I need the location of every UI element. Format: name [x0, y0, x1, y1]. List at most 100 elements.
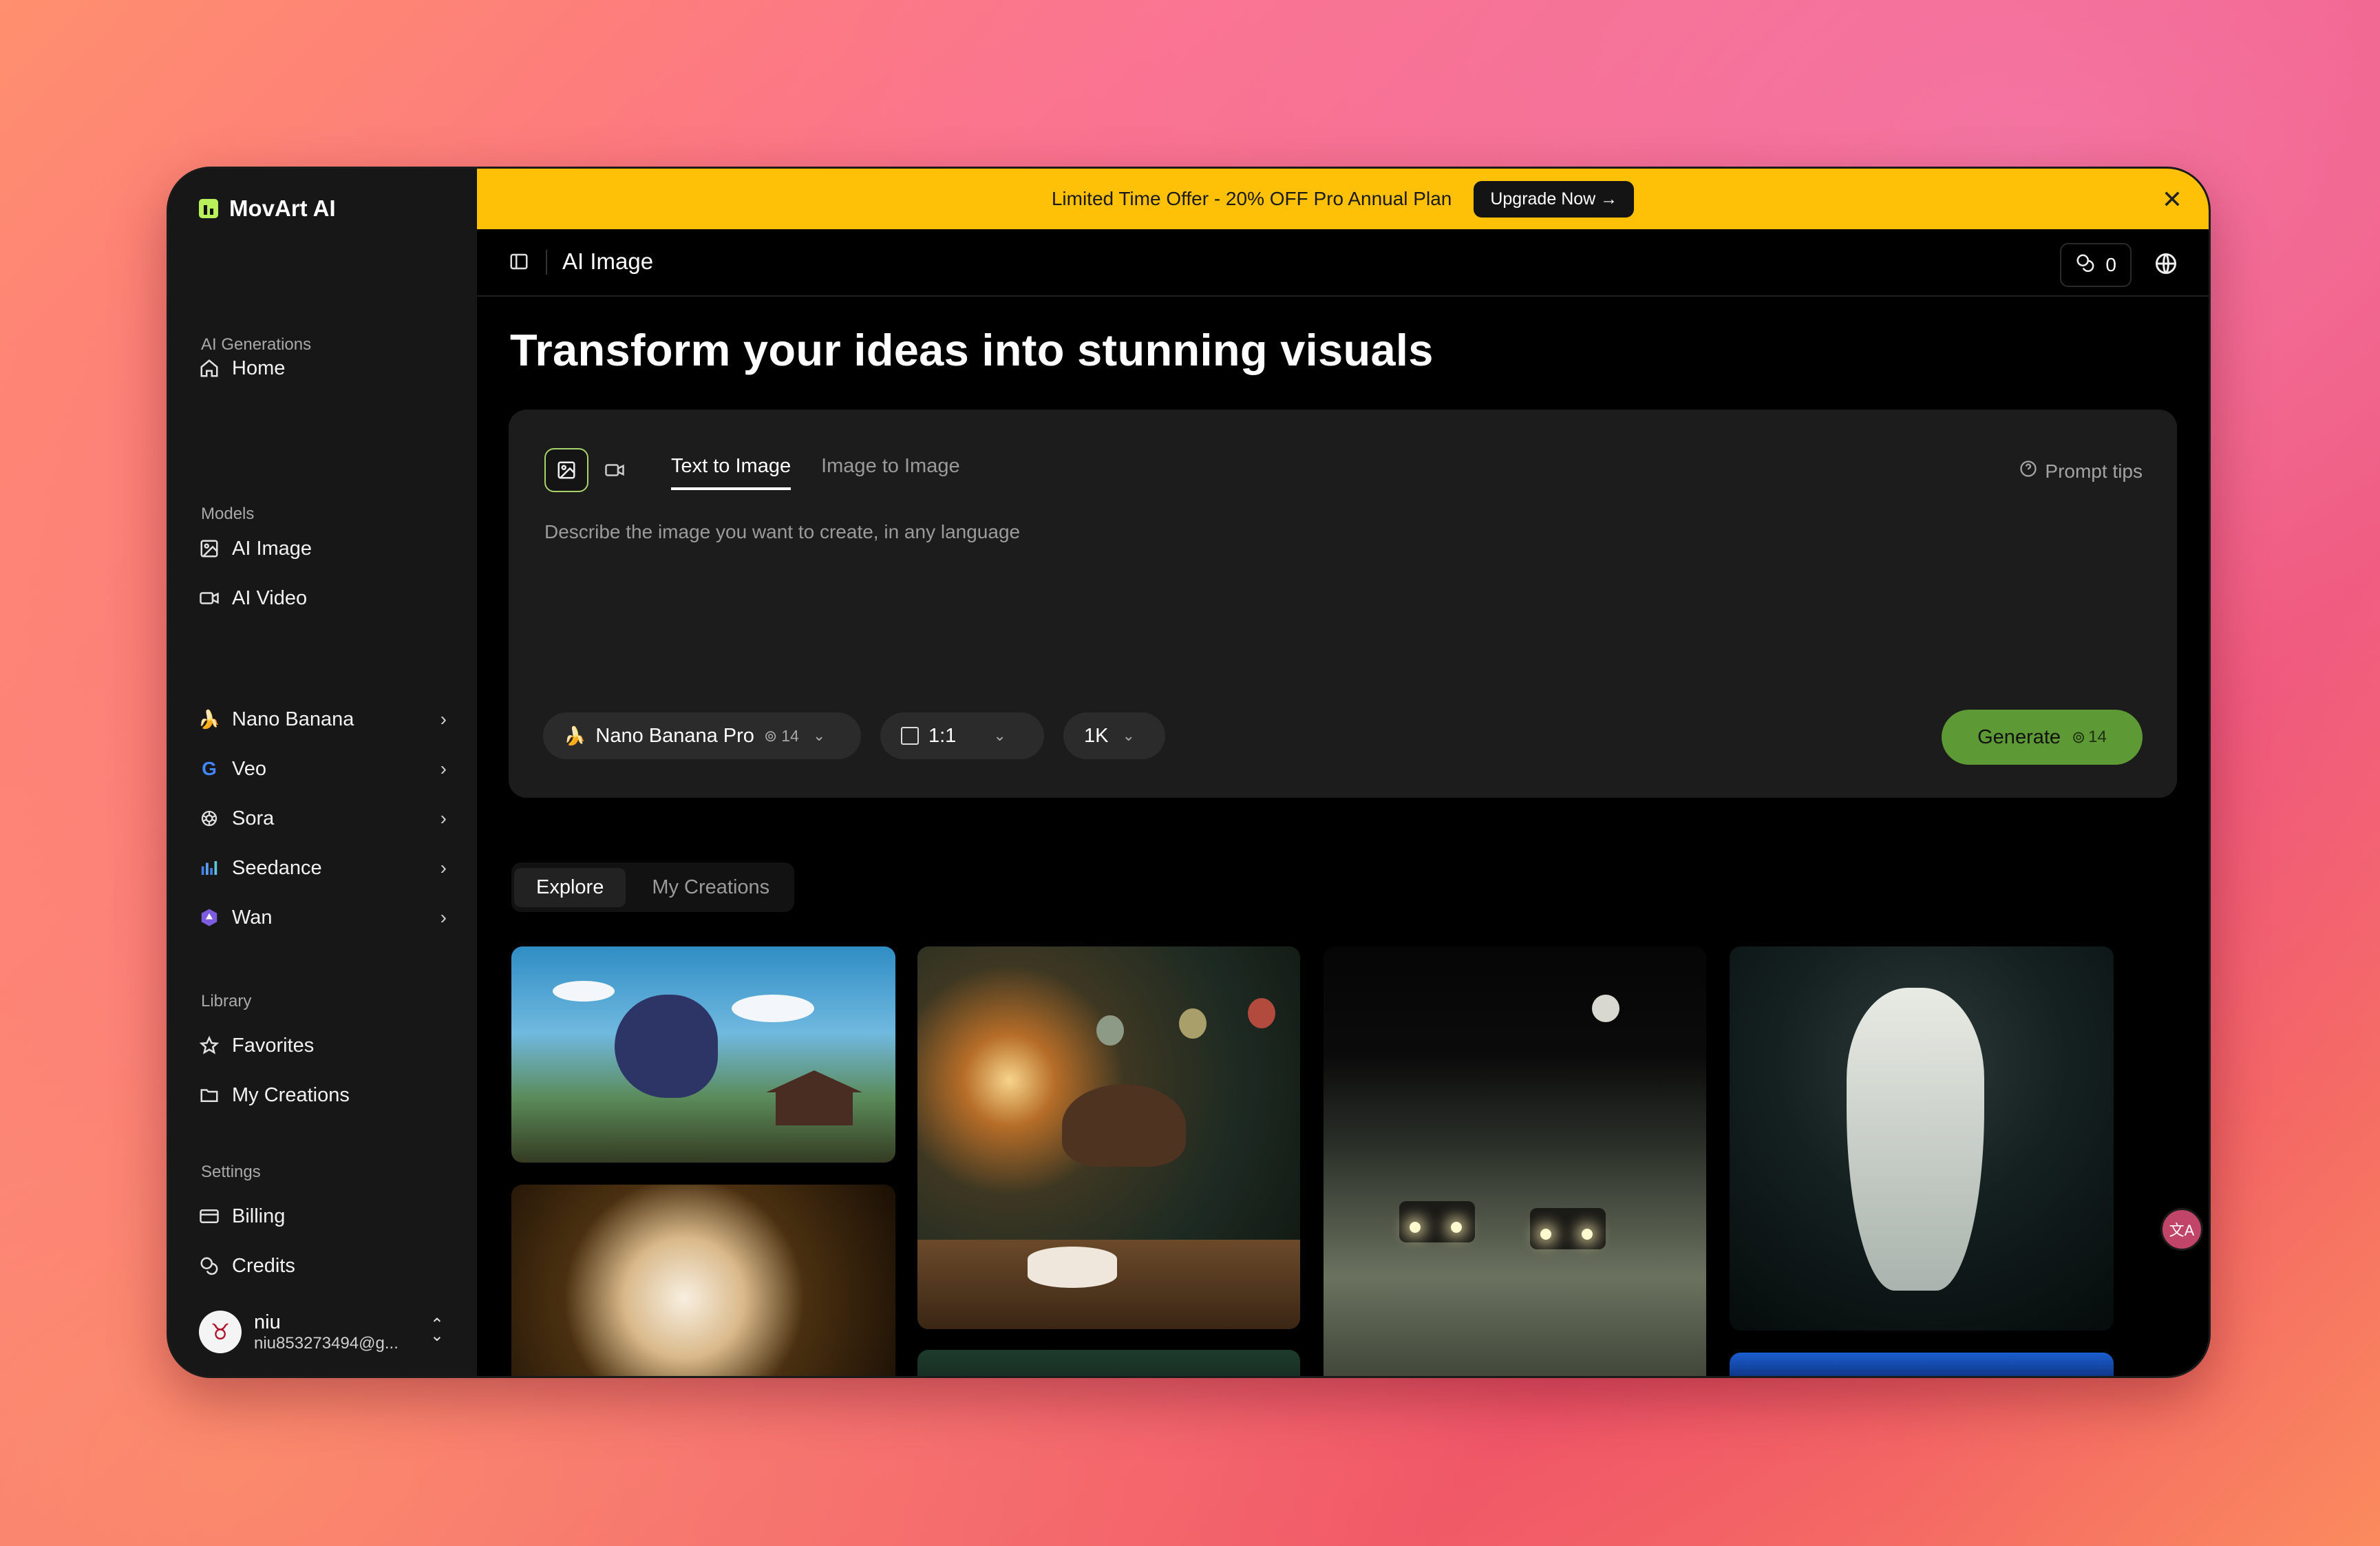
moon-shape	[1592, 995, 1619, 1022]
generate-button[interactable]: Generate ⊚ 14	[1942, 710, 2143, 765]
sidebar-item-label: Seedance	[232, 856, 322, 879]
gallery-tabs: Explore My Creations	[511, 862, 795, 912]
promo-text: Limited Time Offer - 20% OFF Pro Annual …	[1051, 188, 1452, 209]
gallery-card[interactable]	[1730, 946, 2114, 1331]
prompt-input[interactable]	[543, 520, 2129, 660]
brand[interactable]: MovArt AI	[199, 188, 336, 229]
gallery-card[interactable]	[511, 1185, 895, 1376]
close-icon[interactable]: ✕	[2162, 185, 2182, 214]
gallery-card[interactable]	[1324, 946, 1706, 1376]
promo-banner: Limited Time Offer - 20% OFF Pro Annual …	[477, 169, 2209, 229]
chevron-down-icon: ⌄	[812, 727, 826, 744]
coins-icon: ⊚	[763, 726, 778, 745]
main-content: Limited Time Offer - 20% OFF Pro Annual …	[477, 169, 2209, 1376]
sidebar-item-ai-video[interactable]: AI Video	[199, 576, 454, 620]
chevron-right-icon: ›	[440, 807, 447, 829]
sidebar-item-credits[interactable]: Credits	[199, 1244, 454, 1288]
credits-balance[interactable]: 0	[2060, 243, 2132, 287]
generate-cost: 14	[2088, 728, 2107, 746]
balloon-shape	[1248, 998, 1275, 1028]
chevron-down-icon: ⌄	[1122, 727, 1135, 744]
chevron-right-icon: ›	[440, 758, 447, 779]
cloud-shape	[553, 981, 615, 1002]
image-mode-button[interactable]	[544, 448, 588, 492]
tab-image-to-image[interactable]: Image to Image	[821, 455, 960, 490]
chevron-right-icon: ›	[440, 708, 447, 730]
image-icon	[557, 461, 575, 479]
page-headline: Transform your ideas into stunning visua…	[510, 325, 1434, 375]
sidebar-item-label: Sora	[232, 807, 275, 829]
sidebar-item-veo[interactable]: G Veo ›	[199, 747, 454, 791]
logo-icon	[199, 199, 218, 218]
sidebar-item-ai-image[interactable]: AI Image	[199, 527, 454, 571]
section-label-settings: Settings	[201, 1163, 261, 1181]
car-shape	[1399, 1201, 1475, 1242]
banana-icon: 🍌	[198, 708, 221, 730]
tab-my-creations[interactable]: My Creations	[630, 868, 791, 907]
headlight-shape	[1540, 1229, 1551, 1240]
gallery-card[interactable]	[917, 1350, 1300, 1376]
headlight-shape	[1582, 1229, 1593, 1240]
sidebar-item-wan[interactable]: Wan ›	[199, 896, 454, 940]
globe-icon[interactable]	[2154, 251, 2178, 276]
temple-shape	[766, 1070, 862, 1125]
aspect-ratio-value: 1:1	[928, 724, 957, 747]
headlight-shape	[1451, 1222, 1462, 1233]
openai-icon	[199, 808, 220, 829]
sidebar-item-label: Credits	[232, 1254, 295, 1277]
topbar: AI Image 0	[477, 229, 2209, 297]
section-label-library: Library	[201, 992, 252, 1010]
sidebar-item-seedance[interactable]: Seedance ›	[199, 846, 454, 890]
headlight-shape	[1410, 1222, 1421, 1233]
folder-icon	[199, 1085, 220, 1105]
aspect-ratio-select[interactable]: 1:1 ⌄	[880, 712, 1044, 759]
gallery-card[interactable]	[511, 946, 895, 1163]
coins-icon	[2075, 253, 2096, 278]
generate-label: Generate	[1977, 726, 2061, 748]
sidebar-item-label: My Creations	[232, 1083, 350, 1106]
chevron-up-down-icon: ⌃ ⌄	[429, 1315, 444, 1345]
sidebar-item-label: Favorites	[232, 1034, 315, 1057]
sidebar-item-my-creations[interactable]: My Creations	[199, 1073, 454, 1117]
sidebar-item-label: Nano Banana	[232, 708, 354, 730]
generation-tabs: Text to Image Image to Image	[671, 455, 960, 490]
tab-text-to-image[interactable]: Text to Image	[671, 455, 791, 490]
prompt-tips-label: Prompt tips	[2045, 460, 2143, 482]
resolution-select[interactable]: 1K ⌄	[1063, 712, 1165, 759]
coins-icon: ⊚	[2072, 728, 2086, 747]
model-select[interactable]: 🍌 Nano Banana Pro ⊚ 14 ⌄	[543, 712, 861, 759]
user-menu[interactable]: ♉ niu niu853273494@g... ⌃ ⌄	[199, 1304, 454, 1359]
sidebar-item-favorites[interactable]: Favorites	[199, 1024, 454, 1068]
video-mode-button[interactable]	[593, 448, 637, 492]
sidebar-item-label: Billing	[232, 1205, 286, 1227]
model-select-label: Nano Banana Pro	[595, 724, 754, 747]
home-icon	[199, 358, 220, 379]
child-shape	[1062, 1084, 1186, 1167]
model-cost: 14	[781, 726, 799, 745]
user-name: niu	[254, 1311, 281, 1333]
section-label-ai-generations: AI Generations	[201, 335, 312, 354]
app-name: MovArt AI	[229, 195, 336, 221]
sidebar-item-label: Home	[232, 357, 286, 379]
user-email: niu853273494@g...	[254, 1333, 399, 1353]
sidebar-item-billing[interactable]: Billing	[199, 1194, 454, 1238]
page-title: AI Image	[562, 248, 654, 274]
star-icon	[199, 1035, 220, 1056]
tab-explore[interactable]: Explore	[514, 867, 626, 907]
sidebar-item-nano-banana[interactable]: 🍌 Nano Banana ›	[198, 697, 454, 741]
toggle-sidebar-icon[interactable]	[509, 251, 529, 272]
prompt-tips-link[interactable]: Prompt tips	[2019, 459, 2143, 483]
app-window: MovArt AI Home AI Generations AI Image A…	[167, 167, 2211, 1378]
upgrade-now-button[interactable]: Upgrade Now →	[1474, 180, 1635, 218]
gallery-card[interactable]	[1730, 1353, 2114, 1376]
resolution-value: 1K	[1084, 724, 1109, 747]
gallery-card[interactable]	[917, 946, 1300, 1329]
sidebar-item-label: AI Image	[232, 537, 312, 560]
image-icon	[199, 538, 220, 559]
translate-icon[interactable]: 文A	[2160, 1208, 2203, 1251]
image-gallery	[511, 946, 2115, 1376]
sidebar-item-sora[interactable]: Sora ›	[199, 796, 454, 840]
seedance-icon	[199, 858, 220, 878]
section-label-models: Models	[201, 505, 255, 523]
google-icon: G	[202, 758, 217, 779]
